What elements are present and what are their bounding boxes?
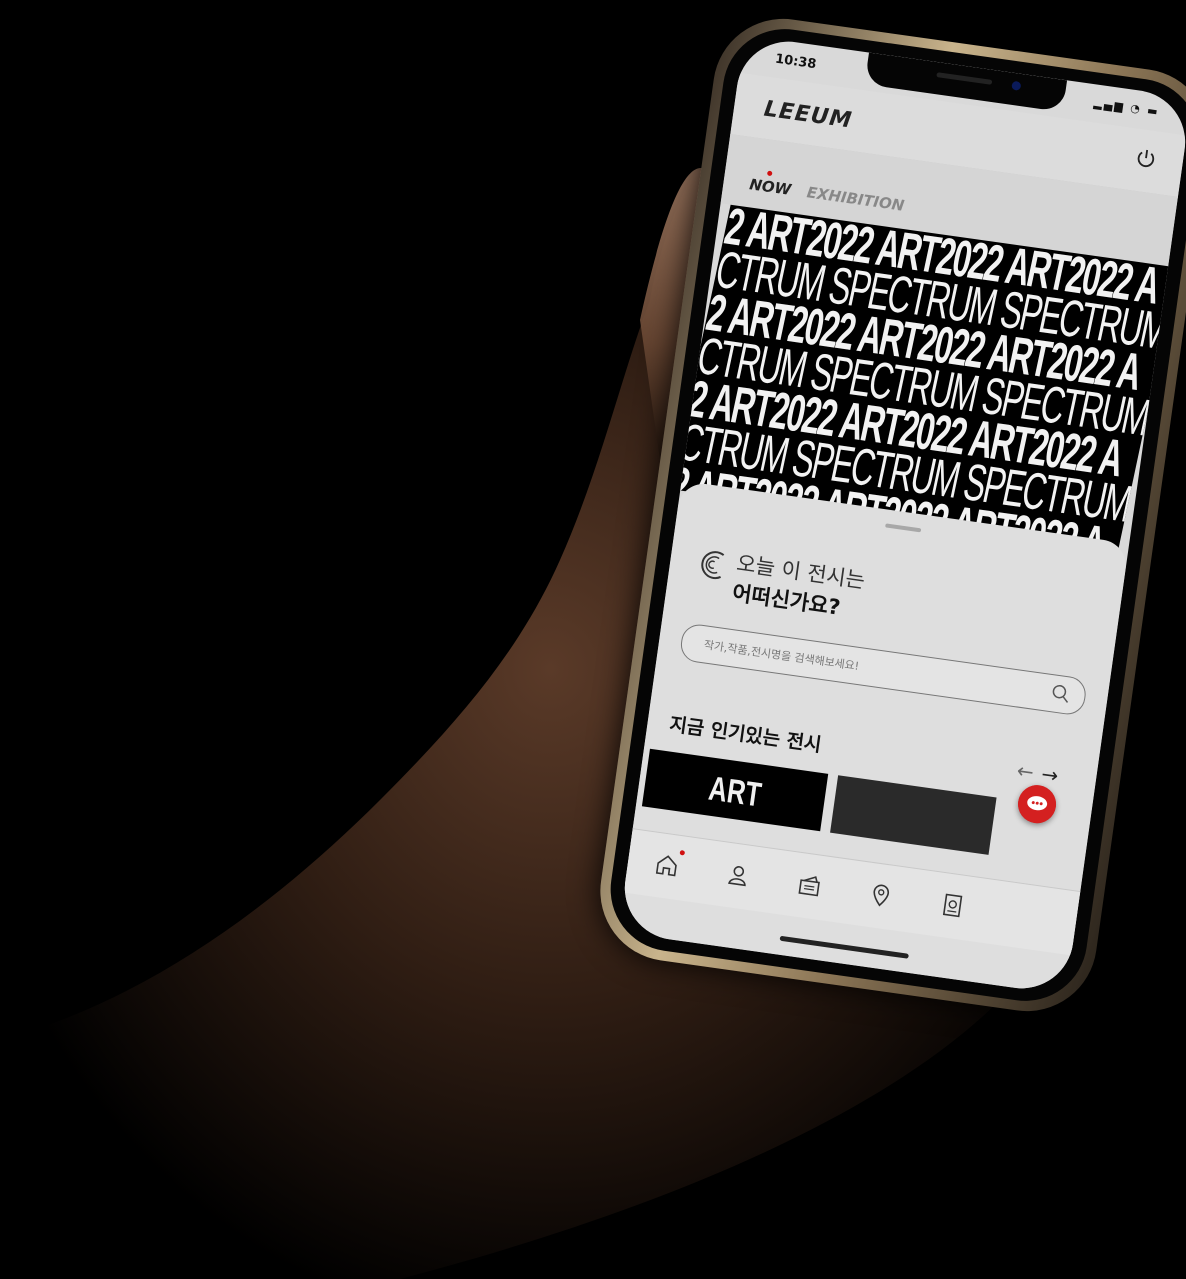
arrow-right-icon[interactable]: → bbox=[1040, 762, 1068, 789]
search-icon[interactable] bbox=[1049, 682, 1072, 705]
home-icon[interactable] bbox=[652, 851, 681, 880]
home-indicator[interactable] bbox=[779, 935, 909, 959]
user-icon[interactable] bbox=[724, 861, 753, 890]
search-input[interactable]: 작가,작품,전시명을 검색해보세요! bbox=[678, 622, 1088, 717]
front-camera bbox=[1011, 80, 1022, 91]
search-placeholder: 작가,작품,전시명을 검색해보세요! bbox=[703, 638, 860, 674]
bottom-sheet: 오늘 이 전시는 어떠신가요? 작가,작품,전시명을 검색해보세요! 지금 인기… bbox=[618, 480, 1130, 996]
ticket-icon[interactable] bbox=[795, 871, 824, 900]
tab-exhibition[interactable]: EXHIBITION bbox=[806, 183, 906, 214]
sheet-drag-handle[interactable] bbox=[885, 523, 922, 533]
guide-book-icon[interactable] bbox=[937, 891, 966, 920]
card-title: ART bbox=[706, 769, 764, 815]
swirl-logo-icon bbox=[701, 551, 725, 580]
leeum-logo[interactable]: LEEUM bbox=[762, 97, 853, 134]
arrow-left-icon[interactable]: ← bbox=[1015, 758, 1043, 785]
location-pin-icon[interactable] bbox=[866, 881, 895, 910]
active-tab-dot bbox=[766, 170, 773, 177]
exhibition-card[interactable] bbox=[830, 775, 997, 855]
tab-now[interactable]: NOW bbox=[748, 175, 792, 199]
popular-section-title: 지금 인기있는 전시 bbox=[668, 713, 823, 757]
active-tab-indicator bbox=[679, 849, 686, 856]
speaker-grille bbox=[936, 72, 993, 85]
carousel-arrows: ←→ bbox=[1015, 758, 1067, 789]
status-time: 10:38 bbox=[774, 51, 818, 73]
exhibition-card[interactable]: ART bbox=[641, 748, 829, 832]
status-icons: ▂▄▆ ◔ ▬ bbox=[1092, 96, 1161, 119]
power-icon[interactable] bbox=[1133, 147, 1158, 172]
